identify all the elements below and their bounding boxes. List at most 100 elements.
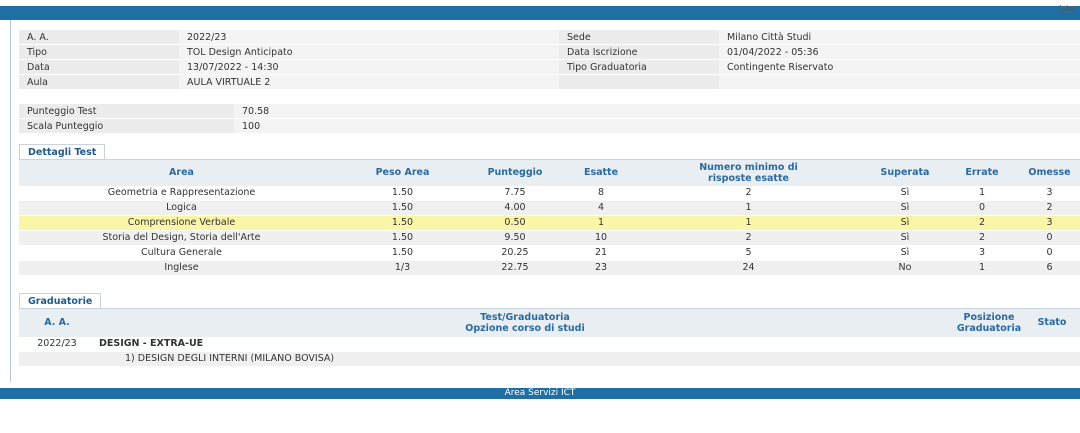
info-value: AULA VIRTUALE 2 xyxy=(179,74,559,90)
cell-minimo: 2 xyxy=(633,230,864,246)
cell-omesse: 0 xyxy=(1018,230,1080,246)
info-label xyxy=(559,74,719,90)
cell-minimo: 1 xyxy=(633,215,864,231)
cell-punteggio: 7.75 xyxy=(461,185,569,201)
table-row-highlighted: Comprensione Verbale 1.50 0.50 1 1 Sì 2 … xyxy=(19,215,1080,231)
cell-superata: Sì xyxy=(864,200,946,216)
cell-aa: 2022/23 xyxy=(19,336,95,352)
cell-peso: 1.50 xyxy=(344,200,461,216)
col-header-minimo: Numero minimo di risposte esatte xyxy=(633,159,864,186)
col-header-test-line2: Opzione corso di studi xyxy=(465,322,585,334)
info-value: Milano Città Studi xyxy=(719,30,1080,45)
footer-link-area-servizi-ict[interactable]: Area Servizi ICT xyxy=(505,388,576,398)
cell-minimo: 2 xyxy=(633,185,864,201)
cell-esatte: 10 xyxy=(569,230,633,246)
top-corner-text: (sta xyxy=(1058,4,1074,13)
cell-superata-failed: No xyxy=(864,260,946,276)
table-row: Logica 1.50 4.00 4 1 Sì 0 2 xyxy=(19,200,1080,216)
cell-area: Cultura Generale xyxy=(19,245,344,261)
cell-peso: 1.50 xyxy=(344,230,461,246)
col-header-errate: Errate xyxy=(946,159,1018,186)
cell-errate: 1 xyxy=(946,185,1018,201)
cell-esatte: 1 xyxy=(569,215,633,231)
col-header-test: Test/Graduatoria Opzione corso di studi xyxy=(95,308,955,337)
main-content: A. A. 2022/23 Sede Milano Città Studi Ti… xyxy=(10,20,1080,382)
cell-area: Comprensione Verbale xyxy=(19,215,344,231)
top-header-bar: (sta xyxy=(0,4,1080,20)
cell-superata: Sì xyxy=(864,185,946,201)
cell-omesse: 0 xyxy=(1018,245,1080,261)
cell-peso: 1/3 xyxy=(344,260,461,276)
col-header-punteggio: Punteggio xyxy=(461,159,569,186)
col-header-posizione: Posizione Graduatoria xyxy=(955,308,1023,337)
col-header-test-line1: Test/Graduatoria xyxy=(480,311,570,323)
info-row: Data 13/07/2022 - 14:30 Tipo Graduatoria… xyxy=(19,59,1080,75)
col-header-posizione-line1: Posizione xyxy=(963,311,1015,323)
info-row: A. A. 2022/23 Sede Milano Città Studi xyxy=(19,30,1080,45)
table-row: Inglese 1/3 22.75 23 24 No 1 6 xyxy=(19,260,1080,276)
info-label: Tipo xyxy=(19,44,179,60)
cell-omesse: 3 xyxy=(1018,185,1080,201)
cell-omesse: 2 xyxy=(1018,200,1080,216)
graduatorie-header-row: A. A. Test/Graduatoria Opzione corso di … xyxy=(19,308,1080,337)
info-value: 01/04/2022 - 05:36 xyxy=(719,44,1080,60)
table-row: Storia del Design, Storia dell'Arte 1.50… xyxy=(19,230,1080,246)
cell-errate: 2 xyxy=(946,215,1018,231)
col-header-minimo-line1: Numero minimo di xyxy=(699,161,798,173)
cell-stato xyxy=(1023,336,1080,352)
cell-area: Geometria e Rappresentazione xyxy=(19,185,344,201)
cell-area: Storia del Design, Storia dell'Arte xyxy=(19,230,344,246)
cell-graduatoria-title: DESIGN - EXTRA-UE xyxy=(95,336,955,352)
info-label: Aula xyxy=(19,74,179,90)
cell-errate: 2 xyxy=(946,230,1018,246)
info-label: A. A. xyxy=(19,30,179,45)
score-label: Punteggio Test xyxy=(19,104,234,119)
cell-course-option: 1) DESIGN DEGLI INTERNI (MILANO BOVISA) xyxy=(95,351,955,367)
table-row: 2022/23 DESIGN - EXTRA-UE xyxy=(19,336,1080,352)
cell-errate: 0 xyxy=(946,200,1018,216)
cell-esatte: 23 xyxy=(569,260,633,276)
col-header-omesse: Omesse xyxy=(1018,159,1080,186)
col-header-superata: Superata xyxy=(864,159,946,186)
info-label: Data Iscrizione xyxy=(559,44,719,60)
footer-bar: Area Servizi ICT xyxy=(0,388,1080,399)
cell-stato xyxy=(1023,351,1080,367)
cell-esatte: 21 xyxy=(569,245,633,261)
cell-punteggio: 0.50 xyxy=(461,215,569,231)
cell-esatte: 8 xyxy=(569,185,633,201)
info-label: Sede xyxy=(559,30,719,45)
cell-punteggio: 9.50 xyxy=(461,230,569,246)
score-row: Punteggio Test 70.58 xyxy=(19,104,1080,119)
cell-omesse: 3 xyxy=(1018,215,1080,231)
cell-minimo: 1 xyxy=(633,200,864,216)
enrollment-info-table: A. A. 2022/23 Sede Milano Città Studi Ti… xyxy=(19,30,1080,90)
score-value: 70.58 xyxy=(234,104,1080,119)
cell-posizione xyxy=(955,351,1023,367)
col-header-esatte: Esatte xyxy=(569,159,633,186)
details-header-row: Area Peso Area Punteggio Esatte Numero m… xyxy=(19,159,1080,186)
graduatorie-table: A. A. Test/Graduatoria Opzione corso di … xyxy=(19,308,1080,367)
cell-area: Logica xyxy=(19,200,344,216)
cell-punteggio: 20.25 xyxy=(461,245,569,261)
score-table: Punteggio Test 70.58 Scala Punteggio 100 xyxy=(19,104,1080,134)
col-header-aa: A. A. xyxy=(19,308,95,337)
test-details-table: Area Peso Area Punteggio Esatte Numero m… xyxy=(19,159,1080,276)
cell-punteggio: 22.75 xyxy=(461,260,569,276)
info-label: Tipo Graduatoria xyxy=(559,59,719,75)
info-value: 13/07/2022 - 14:30 xyxy=(179,59,559,75)
cell-minimo: 5 xyxy=(633,245,864,261)
cell-superata: Sì xyxy=(864,215,946,231)
tab-dettagli-test[interactable]: Dettagli Test xyxy=(19,144,106,160)
cell-minimo: 24 xyxy=(633,260,864,276)
info-value: 2022/23 xyxy=(179,30,559,45)
col-header-posizione-line2: Graduatoria xyxy=(956,322,1022,334)
cell-errate: 3 xyxy=(946,245,1018,261)
tab-graduatorie[interactable]: Graduatorie xyxy=(19,293,102,309)
cell-peso: 1.50 xyxy=(344,215,461,231)
col-header-minimo-line2: risposte esatte xyxy=(708,172,789,184)
info-value xyxy=(719,74,1080,90)
score-row: Scala Punteggio 100 xyxy=(19,118,1080,134)
col-header-peso: Peso Area xyxy=(344,159,461,186)
cell-peso: 1.50 xyxy=(344,185,461,201)
info-value: Contingente Riservato xyxy=(719,59,1080,75)
